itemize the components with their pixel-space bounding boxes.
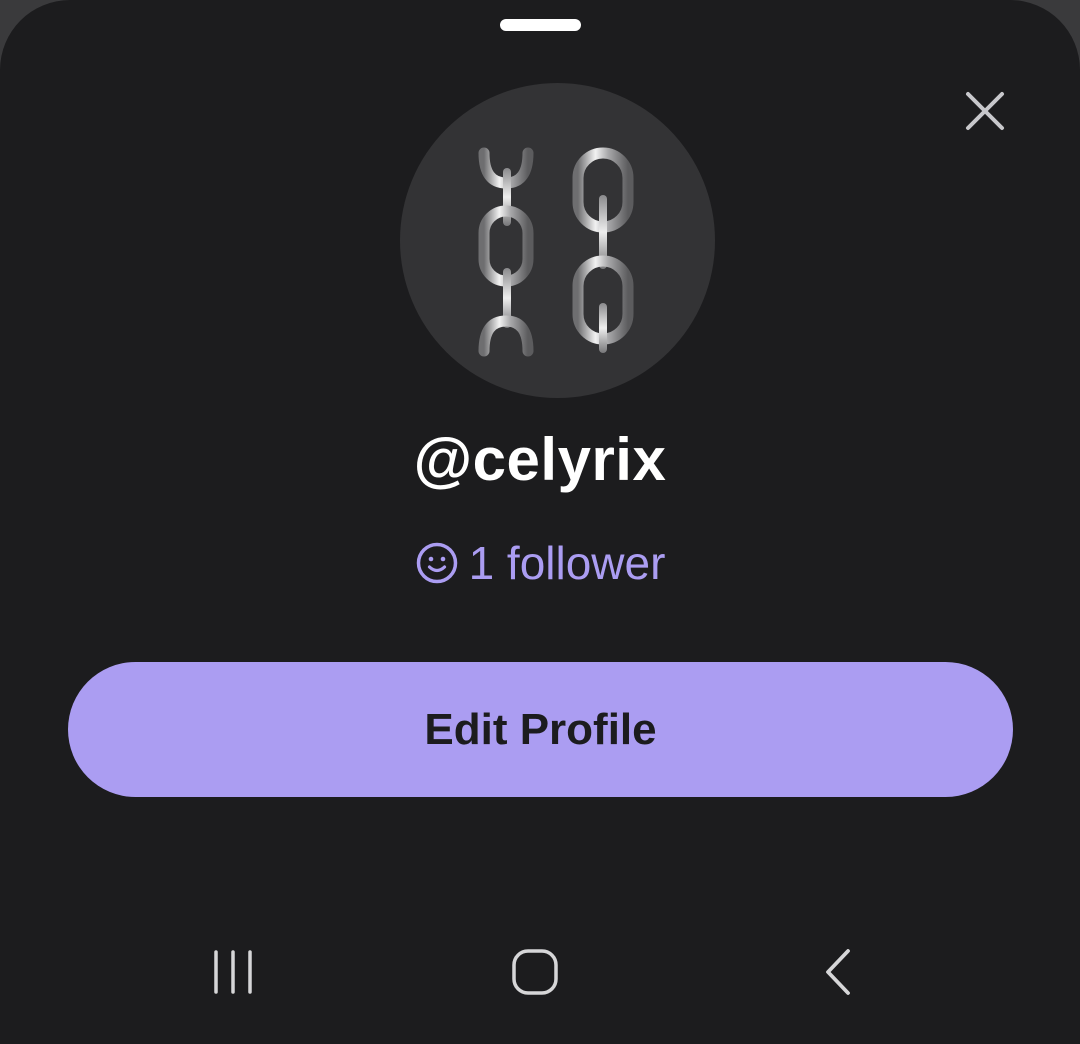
back-icon [826, 949, 850, 995]
nav-recents-button[interactable] [193, 942, 273, 1002]
nav-back-button[interactable] [798, 942, 878, 1002]
close-icon [966, 92, 1004, 130]
sheet-drag-handle[interactable] [500, 19, 581, 31]
recents-icon [214, 950, 252, 994]
home-icon [512, 949, 558, 995]
followers-link[interactable]: 1 follower [0, 533, 1080, 593]
close-button[interactable] [954, 80, 1016, 142]
profile-username: @celyrix [413, 426, 667, 493]
edit-profile-button[interactable]: Edit Profile [68, 662, 1013, 797]
chain-links-icon [478, 147, 634, 357]
followers-count: 1 follower [468, 537, 666, 589]
right-chain [572, 147, 634, 353]
smiley-icon [415, 541, 459, 585]
left-chain [478, 147, 534, 357]
profile-sheet: @celyrix 1 follower Edit Profile [0, 0, 1080, 1044]
system-navigation-bar [0, 920, 1080, 1044]
avatar[interactable] [400, 83, 715, 398]
nav-home-button[interactable] [495, 942, 575, 1002]
